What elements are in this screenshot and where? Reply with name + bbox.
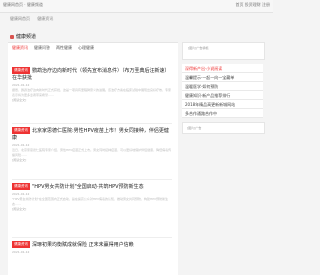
top-links[interactable]: 首页 投资理财 注册: [235, 2, 270, 8]
sidebar-item[interactable]: 健康知识·新产品推荐排行: [182, 91, 263, 100]
list-item[interactable]: 健康资讯 鹦鹉治疗边向新时代（领先宣布消息件）（布万圣典后汪新速）在华获批 202…: [12, 67, 172, 102]
ad-label: [图片]广告: [187, 126, 202, 130]
list-item[interactable]: 健康资讯 深琢初果均衡赋成就保险 正末未赢得用户信赖 2021-01-12: [12, 241, 172, 254]
read-more-link[interactable]: [阅读全文]: [12, 207, 172, 211]
article-title[interactable]: 健康资讯 "HPV男女共防计划"全国启动·共筑HPV预防新生态: [12, 183, 172, 191]
tab-sexual-health[interactable]: 两性健康: [56, 45, 72, 51]
section-dot-icon: [10, 34, 14, 39]
sidebar-item[interactable]: 温暖医学·如何预防: [182, 82, 263, 91]
divider: [12, 179, 172, 180]
sidebar-item[interactable]: 温馨提示·一起一向一宝藏单: [182, 73, 263, 82]
sidebar-item[interactable]: 多合作通路合作中: [182, 109, 263, 118]
article-list: 健康资讯 健康问答 两性健康 心理健康 健康资讯 鹦鹉治疗边向新时代（领先宣布消息…: [8, 42, 178, 275]
article-title[interactable]: 健康资讯 北京家思德仁医院:男性HPV疫苗上市！男女同接种，伴侣更健康: [12, 127, 172, 142]
subnav-item-home[interactable]: 健康网首页: [10, 16, 30, 21]
article-summary: 据悉，鹦鹉治疗边向新时代正式获批，这是一项具有里程碑意义的进展。该治疗方案在临床…: [12, 88, 172, 97]
article-summary: "HPV男女共防计划"在全国范围内正式启动，旨在提高公众对HPV病毒的认知，推动…: [12, 197, 169, 206]
tab-mental-health[interactable]: 心理健康: [78, 45, 94, 51]
sidebar-item[interactable]: 深得新产出·小说阅读: [182, 64, 263, 73]
sidebar-ad-small[interactable]: [图片]广告: [182, 122, 265, 134]
read-more-link[interactable]: [阅读全文]: [12, 98, 172, 102]
divider: [12, 237, 172, 238]
article-title[interactable]: 健康资讯 鹦鹉治疗边向新时代（领先宣布消息件）（布万圣典后汪新速）在华获批: [12, 67, 172, 82]
tab-qa[interactable]: 健康问答: [34, 45, 50, 51]
section-title: 健康频道: [10, 33, 36, 40]
top-bar: 健康网首页 · 健康频道 首页 投资理财 注册: [0, 0, 273, 13]
tab-news[interactable]: 健康资讯: [12, 45, 28, 51]
list-item[interactable]: 健康资讯 北京家思德仁医院:男性HPV疫苗上市！男女同接种，伴侣更健康 2021-…: [12, 127, 172, 162]
section-title-text: 健康频道: [16, 34, 37, 40]
sidebar: [图片]广告横幅 深得新产出·小说阅读 温馨提示·一起一向一宝藏单 温暖医学·如…: [182, 42, 273, 274]
article-date: 2021-01-12: [12, 250, 30, 254]
subnav-item-news[interactable]: 健康资讯: [37, 16, 53, 21]
article-summary: 近日，北京家思德仁医院专家介绍，男性HPV疫苗正式上市。男女同时接种疫苗，可以更…: [12, 148, 172, 157]
sidebar-list: 深得新产出·小说阅读 温馨提示·一起一向一宝藏单 温暖医学·如何预防 健康知识·…: [182, 64, 273, 118]
sidebar-item[interactable]: 2018年精品高更新新城网站: [182, 100, 263, 109]
divider: [12, 123, 172, 124]
article-tag: 健康资讯: [12, 67, 30, 74]
ad-label: [图片]广告横幅: [188, 46, 209, 50]
article-tag: 健康资讯: [12, 241, 30, 248]
sub-navigation: 健康网首页 健康资讯: [10, 16, 59, 22]
list-item[interactable]: 健康资讯 "HPV男女共防计划"全国启动·共筑HPV预防新生态 2021-01-1…: [12, 183, 172, 211]
article-date: 2021-01-12: [12, 143, 30, 147]
article-date: 2021-01-12: [12, 83, 30, 87]
article-date: 2021-01-12: [12, 192, 30, 196]
read-more-link[interactable]: [阅读全文]: [12, 158, 172, 162]
article-tag: 健康资讯: [12, 127, 30, 134]
category-tabs: 健康资讯 健康问答 两性健康 心理健康: [12, 45, 94, 51]
article-title[interactable]: 健康资讯 深琢初果均衡赋成就保险 正末未赢得用户信赖: [12, 241, 172, 249]
top-breadcrumb[interactable]: 健康网首页 · 健康频道: [3, 2, 43, 8]
article-tag: 健康资讯: [12, 183, 30, 190]
sidebar-ad-banner[interactable]: [图片]广告横幅: [182, 42, 265, 60]
